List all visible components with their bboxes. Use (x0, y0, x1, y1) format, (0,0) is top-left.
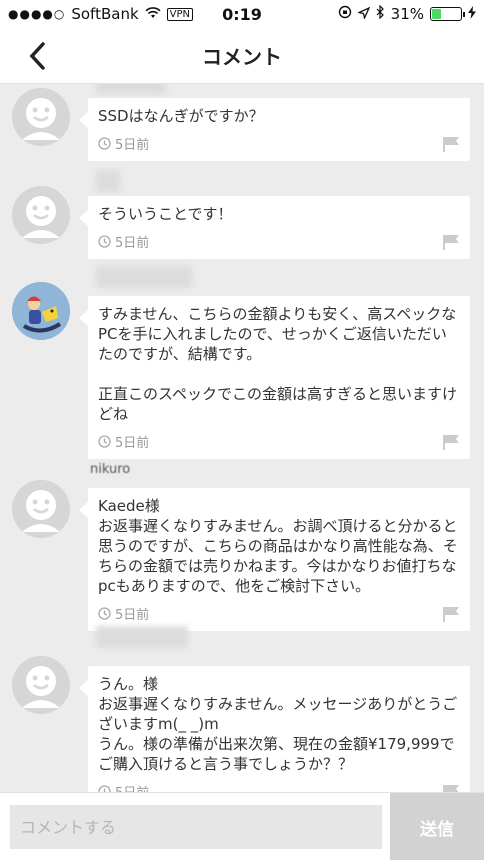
avatar[interactable] (12, 282, 70, 340)
comment-meta: 5日前 (98, 134, 460, 153)
report-flag-icon[interactable] (442, 784, 460, 792)
comment-time: 5日前 (115, 436, 150, 451)
carrier-label: SoftBank (71, 5, 139, 23)
status-left: ●●●●○ SoftBank VPN (8, 5, 193, 23)
comment-meta: 5日前 (98, 432, 460, 451)
clock-icon (98, 235, 111, 248)
comment-text: すみません、こちらの金額よりも安く、高スペックなPCを手に入れましたので、せっか… (98, 305, 457, 423)
clock-icon (98, 785, 111, 792)
comment-text: そういうことです！ (98, 205, 233, 223)
report-flag-icon[interactable] (442, 136, 460, 152)
signal-strength-icon: ●●●●○ (8, 7, 66, 21)
comment-list[interactable]: SSDはなんぎがですか？ 5日前 そういうことです！ 5日前 すみません、こちら… (0, 84, 484, 792)
default-avatar-icon (12, 656, 70, 714)
comment-bubble: うん。様 お返事遅くなりすみません。メッセージありがとうございますm(_ _)m… (79, 666, 470, 792)
username-redacted (96, 170, 120, 192)
avatar[interactable] (12, 480, 70, 538)
username-redacted (96, 626, 188, 648)
comment-bubble: Kaede様 お返事遅くなりすみません。お調べ頂けると分かると思うのですが、こち… (79, 488, 470, 631)
report-flag-icon[interactable] (442, 234, 460, 250)
clock-icon (98, 137, 111, 150)
comment-time: 5日前 (115, 138, 150, 153)
default-avatar-icon (12, 186, 70, 244)
wifi-icon (145, 5, 161, 23)
vpn-badge: VPN (166, 7, 193, 21)
battery-percent: 31% (390, 5, 424, 23)
comment-meta: 5日前 (98, 232, 460, 251)
comment-time: 5日前 (115, 236, 150, 251)
bluetooth-icon (376, 4, 385, 23)
status-bar: ●●●●○ SoftBank VPN 0:19 31% (0, 0, 484, 28)
page-title: コメント (202, 45, 282, 69)
report-flag-icon[interactable] (442, 434, 460, 450)
comment-meta: 5日前 (98, 782, 460, 792)
comment-text: うん。様 お返事遅くなりすみません。メッセージありがとうございますm(_ _)m… (98, 675, 458, 773)
username: nikuro (90, 462, 131, 477)
comment-input[interactable] (10, 805, 382, 849)
comment-compose-bar: 送信 (0, 792, 484, 860)
location-icon (356, 5, 370, 23)
clock-icon (98, 435, 111, 448)
clock-icon (98, 607, 111, 620)
comment-bubble: すみません、こちらの金額よりも安く、高スペックなPCを手に入れましたので、せっか… (79, 296, 470, 459)
comment-time: 5日前 (115, 608, 150, 623)
user-photo-avatar (12, 282, 70, 340)
back-button[interactable] (18, 36, 58, 76)
navigation-bar: コメント (0, 28, 484, 84)
charging-icon (468, 5, 476, 23)
chevron-left-icon (29, 42, 45, 70)
send-button[interactable]: 送信 (390, 793, 484, 860)
comment-bubble: SSDはなんぎがですか？ 5日前 (79, 98, 470, 161)
username-redacted (96, 84, 166, 94)
default-avatar-icon (12, 480, 70, 538)
comment-text: SSDはなんぎがですか？ (98, 107, 264, 125)
avatar[interactable] (12, 186, 70, 244)
battery-icon (430, 7, 465, 21)
avatar[interactable] (12, 88, 70, 146)
report-flag-icon[interactable] (442, 606, 460, 622)
comment-meta: 5日前 (98, 604, 460, 623)
avatar[interactable] (12, 656, 70, 714)
rotation-lock-icon (338, 5, 352, 23)
comment-time: 5日前 (115, 782, 149, 792)
comment-text: Kaede様 お返事遅くなりすみません。お調べ頂けると分かると思うのですが、こち… (98, 497, 458, 595)
status-right: 31% (338, 4, 476, 23)
comment-bubble: そういうことです！ 5日前 (79, 196, 470, 259)
username-redacted (96, 266, 192, 288)
default-avatar-icon (12, 88, 70, 146)
